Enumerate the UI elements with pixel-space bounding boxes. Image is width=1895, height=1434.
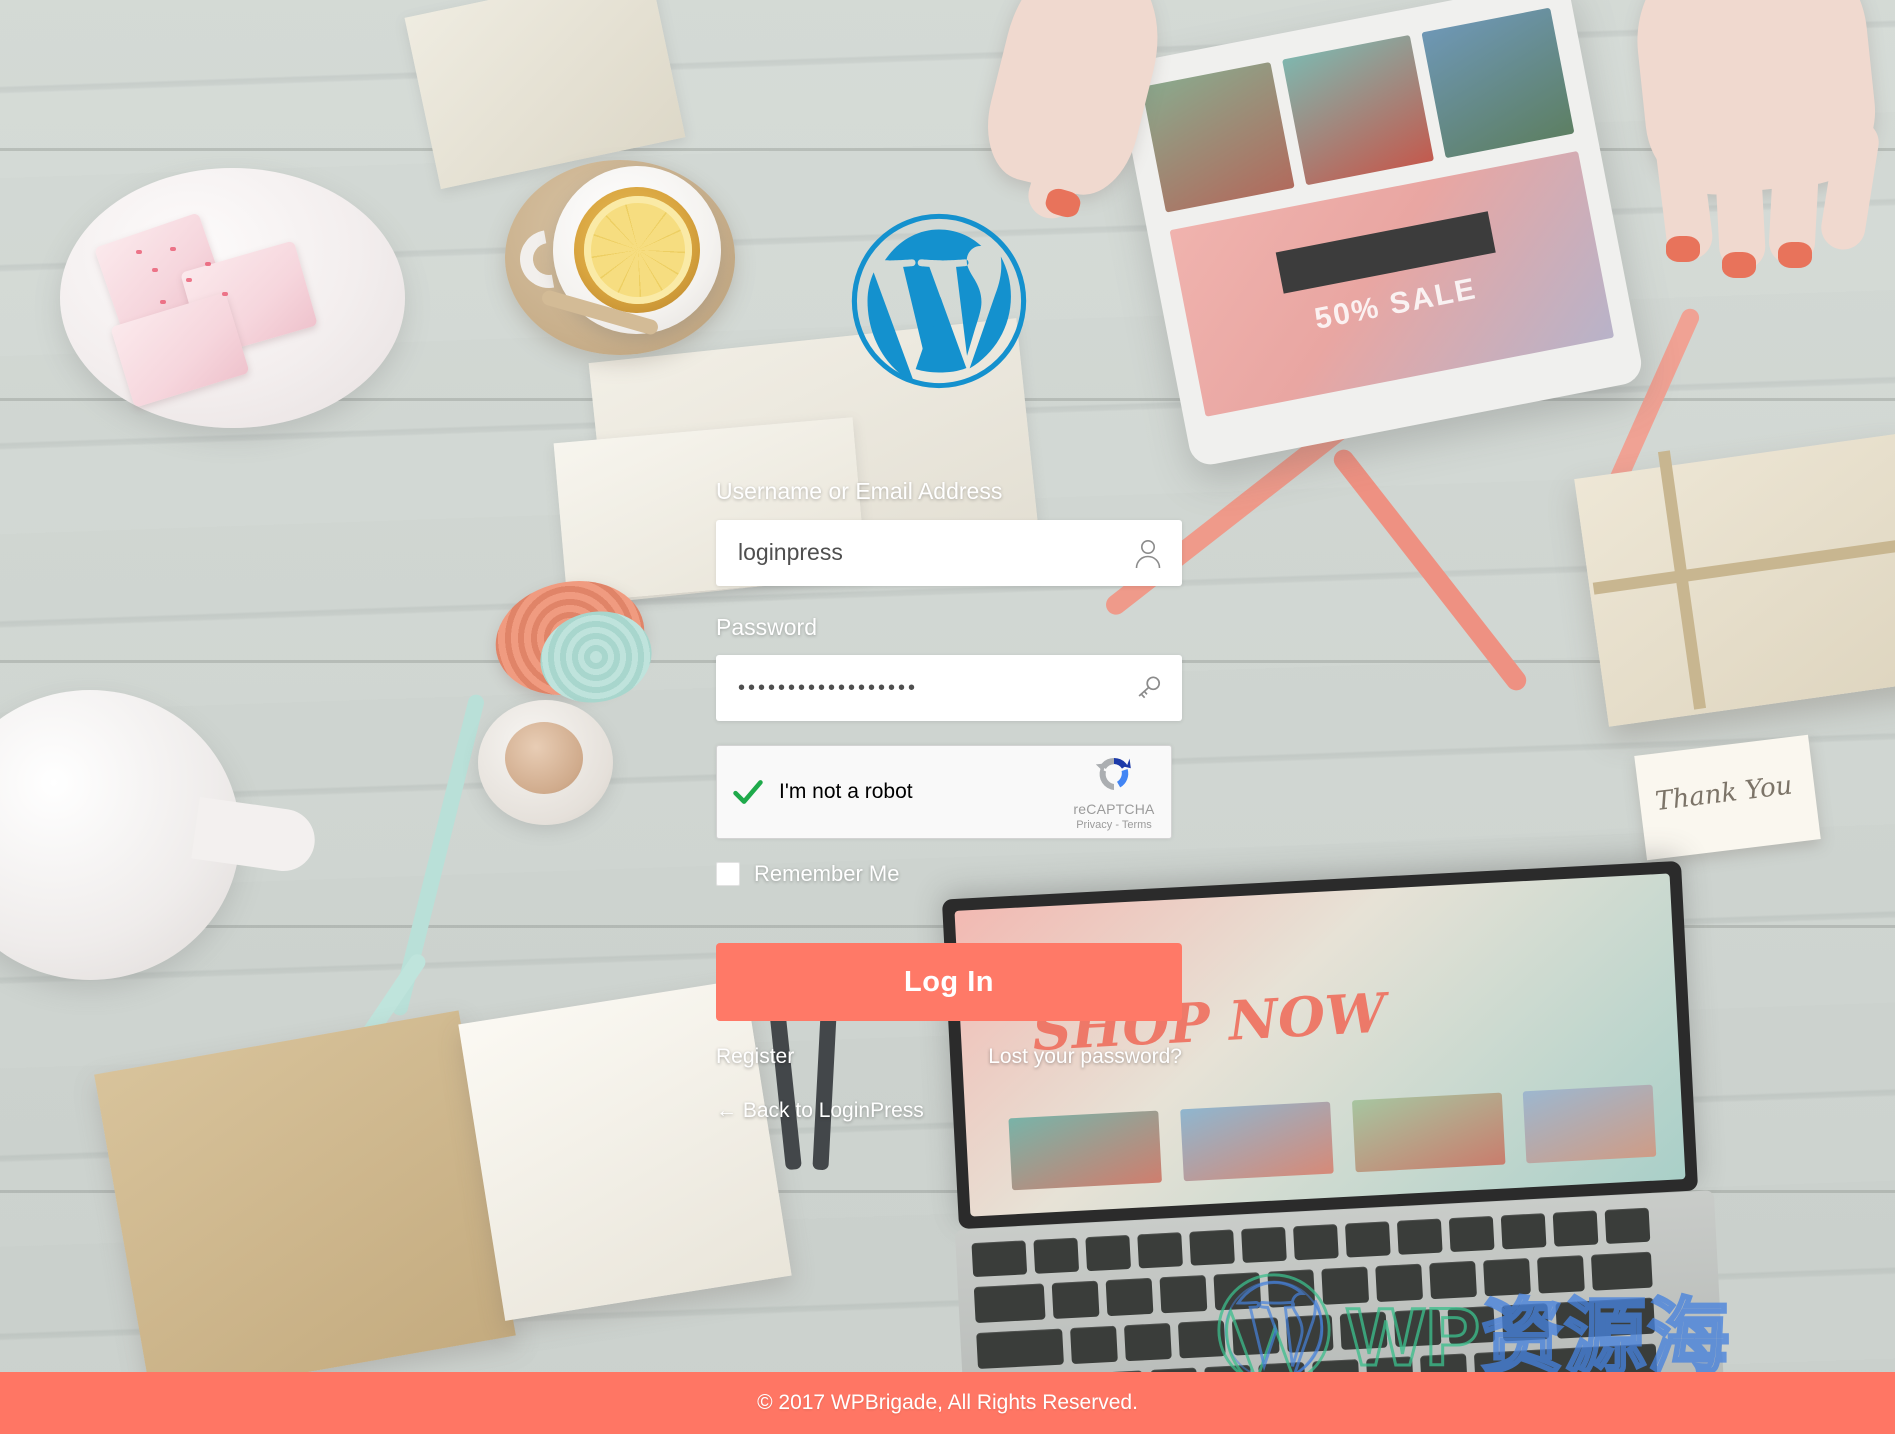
remember-me-label: Remember Me <box>754 861 900 887</box>
page-footer: © 2017 WPBrigade, All Rights Reserved. <box>0 1372 1895 1434</box>
password-input[interactable] <box>716 655 1182 722</box>
username-field-wrapper[interactable] <box>716 519 1182 586</box>
login-button[interactable]: Log In <box>716 943 1182 1022</box>
wordpress-logo-icon <box>1217 1272 1331 1387</box>
username-label: Username or Email Address <box>716 478 1003 504</box>
recaptcha-brand-links[interactable]: Privacy - Terms <box>1069 819 1159 831</box>
recaptcha-icon <box>1095 758 1131 791</box>
login-form: Username or Email Address Password <box>716 478 1182 1123</box>
back-to-loginpress-link[interactable]: ← Back to LoginPress <box>716 1099 924 1123</box>
wordpress-logo-icon[interactable] <box>850 212 1028 390</box>
login-page: 50% SALE Thank You SHOP NOW Username or … <box>0 0 1895 1434</box>
form-links-row: Register Lost your password? <box>716 1045 1182 1069</box>
password-field-wrapper[interactable] <box>716 655 1182 722</box>
register-link[interactable]: Register <box>716 1045 794 1069</box>
watermark-chinese: 资源海 <box>1480 1291 1731 1385</box>
recaptcha-brand-name: reCAPTCHA <box>1073 801 1155 818</box>
lost-password-link[interactable]: Lost your password? <box>988 1045 1182 1069</box>
copyright-text: © 2017 WPBrigade, All Rights Reserved. <box>757 1391 1138 1414</box>
recaptcha-label: I'm not a robot <box>779 780 913 804</box>
remember-me-checkbox[interactable] <box>716 862 740 887</box>
watermark-latin: WP <box>1345 1291 1482 1385</box>
username-input[interactable] <box>716 519 1182 586</box>
recaptcha-branding: reCAPTCHA Privacy - Terms <box>1069 754 1159 831</box>
recaptcha-checkbox[interactable] <box>717 775 779 809</box>
recaptcha-widget[interactable]: I'm not a robot reCAPTCHA Privacy - Term… <box>716 745 1172 840</box>
login-overlay: Username or Email Address Password <box>0 0 1895 1434</box>
password-label: Password <box>716 613 817 640</box>
remember-me-row[interactable]: Remember Me <box>716 861 1182 887</box>
checkmark-icon <box>733 780 763 805</box>
